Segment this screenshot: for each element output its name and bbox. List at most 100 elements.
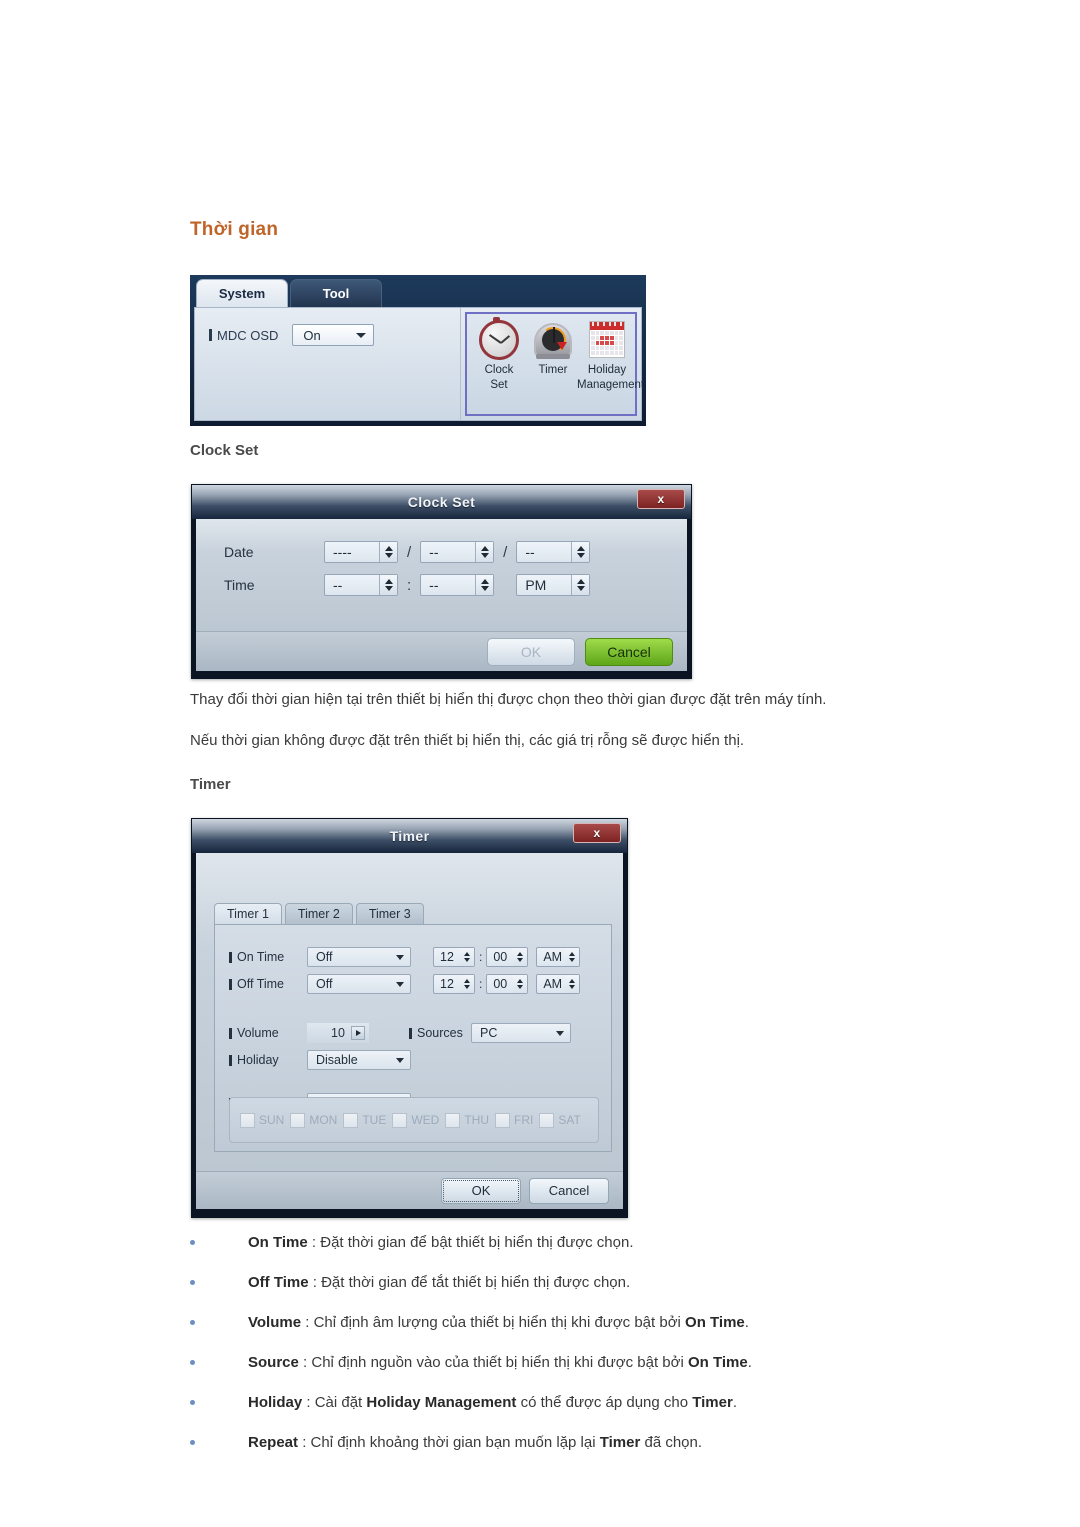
off-time-hour-spin-buttons[interactable] [460, 975, 474, 993]
date-row: Date ---- / -- / -- [224, 541, 591, 563]
time-meridiem-spinner[interactable]: PM [516, 574, 591, 596]
checkbox-icon[interactable] [445, 1112, 461, 1128]
time-separator: : [407, 576, 412, 594]
checkbox-thu[interactable]: THU [445, 1112, 489, 1128]
mdc-osd-label-text: MDC OSD [217, 327, 279, 343]
bullet-text: : Chỉ định khoảng thời gian bạn muốn lặp… [298, 1434, 600, 1451]
date-month-spin-buttons[interactable] [475, 542, 494, 562]
tab-timer-2[interactable]: Timer 2 [284, 903, 353, 925]
volume-stepper[interactable]: 10 [307, 1023, 369, 1043]
tab-timer-3[interactable]: Timer 3 [355, 903, 424, 925]
checkbox-icon[interactable] [392, 1112, 408, 1128]
bullet-text: : Đặt thời gian để tắt thiết bị hiển thị… [308, 1274, 631, 1291]
date-separator-1: / [407, 543, 412, 561]
clock-set-button[interactable]: Clock Set [471, 317, 527, 391]
off-time-minute-spin-buttons[interactable] [513, 975, 528, 993]
off-time-mode-select[interactable]: Off [307, 974, 411, 994]
field-marker-icon [229, 951, 232, 963]
bullet-icon [190, 1320, 195, 1325]
on-time-hour-spin-buttons[interactable] [460, 948, 474, 966]
on-time-mode-select[interactable]: Off [307, 947, 411, 967]
bullet-text: : Chỉ định nguồn vào của thiết bị hiển t… [298, 1354, 688, 1371]
time-hour-spin-buttons[interactable] [379, 575, 397, 595]
off-time-label-text: Off Time [237, 977, 285, 991]
off-time-meridiem-spin-buttons[interactable] [565, 975, 580, 993]
clock-set-cancel-button[interactable]: Cancel [585, 637, 673, 666]
chevron-down-icon [396, 955, 404, 960]
checkbox-sat[interactable]: SAT [539, 1112, 581, 1128]
date-day-spin-buttons[interactable] [571, 542, 590, 562]
bullet-term: Volume [248, 1314, 302, 1331]
holiday-select[interactable]: Disable [307, 1050, 411, 1070]
sources-label: Sources [409, 1026, 471, 1040]
field-marker-icon [229, 1027, 232, 1039]
timer-heading: Timer [190, 776, 231, 793]
on-time-mode-value: Off [316, 950, 333, 964]
date-day-spinner[interactable]: -- [516, 541, 591, 563]
on-time-minute-spin-buttons[interactable] [513, 948, 528, 966]
weekday-checkbox-group: SUN MON TUE WED THU FRI SAT [229, 1097, 599, 1143]
date-year-spin-buttons[interactable] [379, 542, 397, 562]
timer-title-text: Timer [389, 828, 430, 844]
timer-button[interactable]: Timer [525, 318, 581, 377]
checkbox-tue[interactable]: TUE [343, 1112, 387, 1128]
off-time-hour-value: 12 [440, 977, 454, 991]
time-minute-spin-buttons[interactable] [475, 575, 494, 595]
checkbox-fri[interactable]: FRI [495, 1112, 533, 1128]
bullet-term-2: On Time [685, 1314, 745, 1331]
checkbox-sun[interactable]: SUN [240, 1112, 284, 1128]
bullet-term: On Time [248, 1234, 308, 1251]
holiday-management-button[interactable]: Holiday Management [577, 318, 644, 391]
sources-select[interactable]: PC [471, 1023, 571, 1043]
clock-set-ok-button[interactable]: OK [487, 637, 575, 666]
time-hour-spinner[interactable]: -- [324, 574, 398, 596]
off-time-hour-spinner[interactable]: 12 [433, 974, 475, 994]
bullet-text: : Cài đặt [302, 1394, 367, 1411]
timer-tabstrip: Timer 1 Timer 2 Timer 3 [214, 903, 424, 925]
timer-1-panel: On Time Off 12 : 00 AM Off Time Off 12:… [214, 924, 612, 1152]
volume-label-text: Volume [237, 1026, 279, 1040]
bullet-text-2: . [747, 1354, 752, 1371]
close-icon[interactable]: x [573, 823, 621, 843]
page-title: Thời gian [190, 219, 279, 240]
on-time-meridiem-spinner[interactable]: AM [536, 947, 581, 967]
checkbox-icon[interactable] [240, 1112, 255, 1128]
mdc-osd-select[interactable]: On [292, 324, 375, 346]
checkbox-mon[interactable]: MON [290, 1112, 337, 1128]
date-year-spinner[interactable]: ---- [324, 541, 398, 563]
tab-tool[interactable]: Tool [290, 279, 382, 307]
holiday-label-text: Holiday [237, 1053, 279, 1067]
bullet-term-2: Timer [599, 1434, 641, 1451]
close-icon[interactable]: x [637, 489, 685, 509]
bullet-text: : Chỉ định âm lượng của thiết bị hiển th… [301, 1314, 686, 1331]
date-month-spinner[interactable]: -- [420, 541, 495, 563]
checkbox-tue-label: TUE [362, 1113, 387, 1127]
tab-system[interactable]: System [196, 279, 288, 307]
system-panel-tabbar: System Tool [190, 275, 646, 307]
checkbox-icon[interactable] [539, 1112, 555, 1128]
list-item: Volume : Chỉ định âm lượng của thiết bị … [190, 1313, 1010, 1333]
checkbox-icon[interactable] [343, 1112, 359, 1128]
volume-label: Volume [229, 1026, 307, 1040]
bullet-term: Source [248, 1354, 299, 1371]
off-time-meridiem-spinner[interactable]: AM [536, 974, 581, 994]
list-item: Repeat : Chỉ định khoảng thời gian bạn m… [190, 1433, 1010, 1453]
timer-ok-button[interactable]: OK [441, 1177, 521, 1204]
off-time-separator: : [479, 977, 483, 991]
checkbox-wed[interactable]: WED [392, 1112, 439, 1128]
off-time-row: Off Time Off 12 : 00 AM [229, 974, 581, 994]
time-meridiem-spin-buttons[interactable] [571, 575, 590, 595]
on-time-hour-spinner[interactable]: 12 [433, 947, 475, 967]
off-time-minute-spinner[interactable]: 00 [486, 974, 529, 994]
on-time-minute-spinner[interactable]: 00 [486, 947, 529, 967]
checkbox-icon[interactable] [290, 1112, 306, 1128]
tab-timer-1[interactable]: Timer 1 [214, 903, 282, 925]
checkbox-icon[interactable] [495, 1112, 511, 1128]
timer-caption-line1: Timer [538, 364, 568, 376]
clock-set-heading: Clock Set [190, 442, 259, 459]
volume-increase-icon[interactable] [351, 1026, 365, 1040]
bullet-term: Holiday [248, 1394, 303, 1411]
timer-cancel-button[interactable]: Cancel [529, 1177, 609, 1204]
time-minute-spinner[interactable]: -- [420, 574, 495, 596]
on-time-meridiem-spin-buttons[interactable] [565, 948, 580, 966]
